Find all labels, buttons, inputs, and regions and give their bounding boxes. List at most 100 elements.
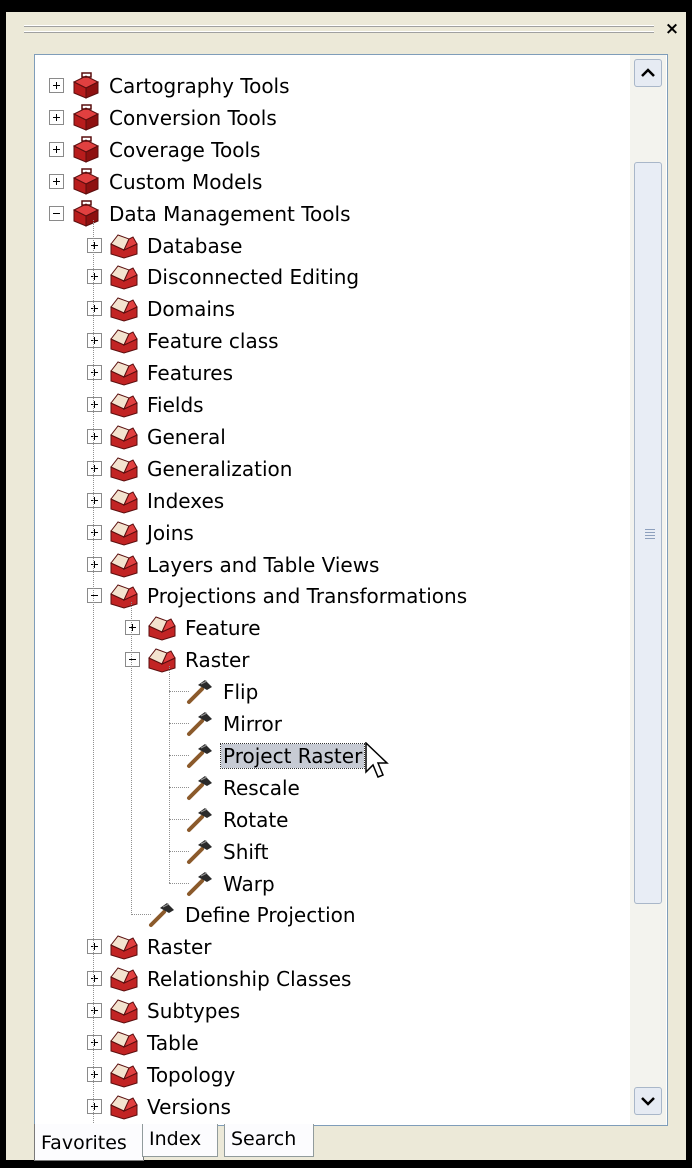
collapse-icon[interactable] (87, 588, 102, 604)
expand-icon[interactable] (87, 269, 102, 285)
tree-connector (93, 219, 94, 1125)
expand-icon[interactable] (49, 78, 64, 93)
tree-connector (131, 602, 132, 916)
hammer-icon (187, 680, 212, 705)
tree-item-tool[interactable]: Warp (35, 868, 630, 898)
tree-item-toolset[interactable]: Projections and Transformations (35, 580, 630, 610)
tree-item-toolset[interactable]: Raster (35, 931, 630, 961)
expand-icon[interactable] (87, 524, 102, 540)
close-button[interactable]: × (664, 20, 680, 38)
tree-item-label: Feature class (147, 329, 279, 354)
scroll-thumb[interactable] (634, 162, 662, 904)
tree-item-tool[interactable]: Rotate (35, 804, 630, 834)
tree-item-tool[interactable]: Project Raster (35, 740, 630, 770)
tree-item-toolset[interactable]: Subtypes (35, 995, 630, 1025)
expand-icon[interactable] (87, 460, 102, 476)
tree-item-label: Features (147, 361, 233, 386)
tree-item-label: Subtypes (147, 999, 241, 1024)
tree-item-toolset[interactable]: Raster (35, 644, 630, 674)
expand-icon[interactable] (87, 971, 102, 987)
toolbox-icon (110, 361, 138, 386)
tree-item-label: Warp (223, 871, 275, 896)
tree-item-toolbox[interactable]: Conversion Tools (35, 102, 630, 132)
tree-item-tool[interactable]: Mirror (35, 708, 630, 738)
tree-item-toolset[interactable]: Versions (35, 1091, 630, 1121)
expand-icon[interactable] (49, 173, 64, 189)
tree-item-label: Feature (185, 616, 261, 641)
scroll-down-button[interactable] (634, 1087, 662, 1115)
expand-icon[interactable] (125, 620, 140, 636)
tree-item-toolset[interactable]: Database (35, 230, 630, 260)
tree-item-toolset[interactable]: Joins (35, 517, 630, 547)
expand-icon[interactable] (87, 237, 102, 253)
expand-icon[interactable] (87, 556, 102, 572)
toolbox-icon (110, 329, 138, 354)
tree-item-label: Domains (147, 297, 236, 322)
tree-item-label: Indexes (147, 488, 225, 513)
expand-icon[interactable] (87, 397, 102, 412)
tree-item-toolset[interactable]: Features (35, 357, 630, 387)
toolbox-icon (148, 616, 176, 641)
hammer-icon (187, 712, 212, 736)
tree-connector (169, 723, 189, 724)
tree-item-toolset[interactable]: Table (35, 1027, 630, 1057)
tab-index[interactable]: Index (142, 1124, 218, 1157)
tree-item-toolset[interactable]: Domains (35, 293, 630, 323)
collapse-icon[interactable] (49, 205, 64, 221)
tree-item-label: Custom Models (109, 169, 263, 194)
tree-item-label: Coverage Tools (109, 137, 261, 162)
title-grip[interactable] (24, 22, 654, 38)
tree-item-tool[interactable]: Rescale (35, 772, 630, 802)
toolbox-icon (110, 520, 138, 546)
tree-item-toolbox[interactable]: Data Management Tools (35, 198, 630, 228)
expand-icon[interactable] (87, 1066, 102, 1082)
toolbox-icon (72, 72, 100, 99)
expand-icon[interactable] (87, 492, 102, 508)
tree-connector (169, 691, 189, 693)
tree-item-toolset[interactable]: Relationship Classes (35, 963, 630, 993)
vertical-scrollbar[interactable] (630, 55, 666, 1125)
tree-item-toolbox[interactable]: Custom Models (35, 166, 630, 196)
tree-item-toolset[interactable]: Fields (35, 389, 630, 419)
tree-item-label: Raster (147, 935, 212, 960)
scroll-up-button[interactable] (634, 59, 662, 87)
expand-icon[interactable] (87, 365, 102, 381)
tree-item-label: Joins (147, 520, 194, 545)
arctoolbox-window: × Cartography Tools Conversion Tools Cover… (6, 12, 686, 1161)
tree-item-toolset[interactable]: Generalization (35, 453, 630, 483)
expand-icon[interactable] (49, 141, 64, 157)
tree-item-toolset[interactable]: Feature (35, 612, 630, 642)
tree-item-toolbox[interactable]: Coverage Tools (35, 134, 630, 164)
tree-connector (169, 786, 189, 788)
toolbox-icon (72, 136, 100, 163)
tree-item-tool[interactable]: Flip (35, 676, 630, 706)
tree-item-toolbox[interactable]: Cartography Tools (35, 70, 630, 100)
tree-item-toolset[interactable]: Topology (35, 1059, 630, 1089)
tree-item-tool[interactable]: Shift (35, 836, 630, 866)
expand-icon[interactable] (87, 1098, 102, 1114)
toolbox-icon (110, 967, 138, 992)
collapse-icon[interactable] (125, 652, 140, 668)
expand-icon[interactable] (87, 1035, 102, 1050)
expand-icon[interactable] (87, 333, 102, 349)
tree-item-label: Generalization (147, 456, 293, 481)
tree-item-toolset[interactable]: Disconnected Editing (35, 261, 630, 291)
toolbox-icon (110, 1063, 138, 1088)
tree-item-toolset[interactable]: Layers and Table Views (35, 549, 630, 579)
tree-item-toolset[interactable]: Indexes (35, 485, 630, 515)
toolbox-icon (110, 425, 138, 450)
tab-search[interactable]: Search (224, 1124, 314, 1157)
tab-favorites[interactable]: Favorites (34, 1124, 144, 1161)
tree-item-toolset[interactable]: Feature class (35, 325, 630, 355)
expand-icon[interactable] (87, 1003, 102, 1019)
expand-icon[interactable] (87, 939, 102, 955)
toolbox-icon (110, 233, 138, 259)
expand-icon[interactable] (87, 428, 102, 444)
tree-item-toolset[interactable]: General (35, 421, 630, 451)
scroll-grip-icon (645, 529, 655, 541)
tree-item-tool[interactable]: Define Projection (35, 899, 630, 929)
expand-icon[interactable] (87, 301, 102, 317)
tree-connector (169, 666, 170, 884)
toolbox-icon (110, 489, 138, 514)
expand-icon[interactable] (49, 109, 64, 125)
